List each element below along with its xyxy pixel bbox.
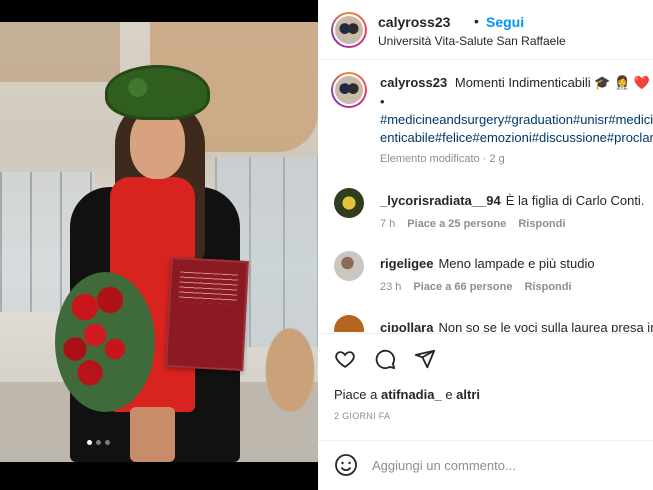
comment-username[interactable]: rigeligee	[380, 256, 433, 271]
caption-hashtags-line1[interactable]: #medicineandsurgery#graduation#unisr#med…	[380, 112, 653, 127]
comment-input[interactable]	[372, 455, 642, 475]
likes-mid: e	[445, 387, 453, 402]
action-icons	[334, 348, 436, 370]
comment-bubble-icon[interactable]	[374, 348, 396, 370]
caption-hashtags-line2[interactable]: enticabile#felice#emozioni#discussione#p…	[380, 130, 653, 145]
carousel-indicator	[87, 440, 110, 445]
comment-text: Non so se le voci sulla laurea presa in	[438, 320, 653, 332]
post-location[interactable]: Università Vita-Salute San Raffaele	[378, 34, 566, 48]
photo-graduate	[55, 65, 249, 462]
comment-likes[interactable]: Piace a 25 persone	[407, 218, 506, 230]
comment-time: 23 h	[380, 281, 402, 293]
likes-user[interactable]: atifnadia_	[381, 387, 442, 402]
commenter-avatar[interactable]	[334, 188, 364, 218]
heart-icon[interactable]	[334, 348, 356, 370]
post-actions: Piace a atifnadia_ e altri 2 GIORNI FA	[318, 333, 653, 443]
photo-background-map	[0, 22, 120, 82]
caption-text: Momenti Indimenticabili	[454, 75, 591, 90]
comment-meta: 7 h Piace a 25 persone Rispondi	[380, 218, 565, 230]
carousel-dot	[96, 440, 101, 445]
post-header: calyross23 • Segui Università Vita-Salut…	[318, 0, 653, 60]
graduate-legs	[130, 407, 175, 462]
author-avatar[interactable]	[331, 12, 367, 48]
carousel-dot	[105, 440, 110, 445]
comment-likes[interactable]: Piace a 66 persone	[413, 281, 512, 293]
caption-username[interactable]: calyross23	[380, 75, 447, 90]
comment-text: Meno lampade e più studio	[438, 256, 595, 271]
comment-item: _lycorisradiata__94 È la figlia di Carlo …	[318, 188, 653, 248]
diploma	[165, 257, 249, 371]
caption-bullet: •	[380, 94, 385, 109]
smiley-icon[interactable]	[334, 453, 358, 477]
add-comment-bar	[318, 440, 653, 490]
comment-text: È la figlia di Carlo Conti.	[505, 193, 645, 208]
photo-plant	[248, 322, 318, 442]
paper-plane-icon[interactable]	[414, 348, 436, 370]
comments-feed[interactable]: calyross23 Momenti Indimenticabili 🎓 👩‍⚕…	[318, 60, 653, 332]
comment-item: cipollara Non so se le voci sulla laurea …	[318, 315, 653, 332]
likes-others[interactable]: altri	[456, 387, 480, 402]
laurel-wreath	[105, 65, 210, 120]
comment-username[interactable]: _lycorisradiata__94	[380, 193, 501, 208]
comment-username[interactable]: cipollara	[380, 320, 433, 332]
author-username[interactable]: calyross23	[378, 14, 450, 30]
comment-time: 7 h	[380, 218, 396, 230]
header-separator: •	[474, 13, 479, 29]
caption-meta: Elemento modificato · 2 g	[380, 153, 505, 165]
comment-meta: 23 h Piace a 66 persone Rispondi	[380, 281, 572, 293]
likes-summary: Piace a atifnadia_ e altri	[334, 387, 480, 402]
caption-avatar[interactable]	[331, 72, 367, 108]
follow-button[interactable]: Segui	[486, 14, 524, 30]
reply-button[interactable]: Rispondi	[524, 281, 571, 293]
carousel-dot	[87, 440, 92, 445]
caption-emojis: 🎓 👩‍⚕️ ❤️	[594, 75, 650, 90]
post-photo[interactable]	[0, 22, 318, 462]
post-timestamp[interactable]: 2 GIORNI FA	[334, 411, 390, 421]
post-media-panel	[0, 0, 318, 490]
likes-prefix: Piace a	[334, 387, 378, 402]
post-side-panel: calyross23 • Segui Università Vita-Salut…	[318, 0, 653, 490]
rose-bouquet	[55, 272, 155, 412]
reply-button[interactable]: Rispondi	[518, 218, 565, 230]
comment-item: rigeligee Meno lampade e più studio 23 h …	[318, 251, 653, 311]
commenter-avatar[interactable]	[334, 251, 364, 281]
commenter-avatar[interactable]	[334, 315, 364, 332]
